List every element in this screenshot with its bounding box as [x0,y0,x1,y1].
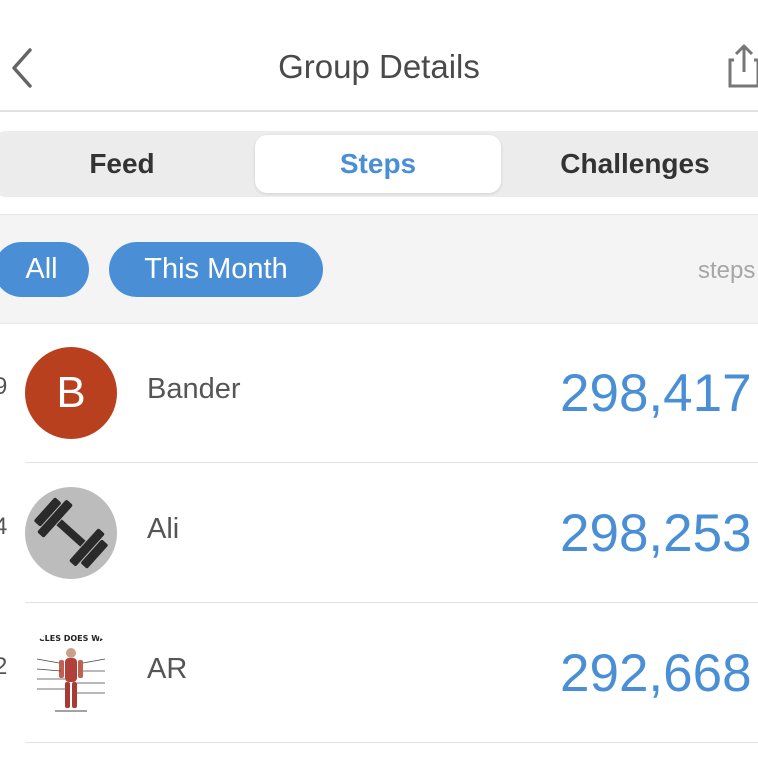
filter-this-month-button[interactable]: This Month [109,242,323,297]
rank-number: 2 [0,653,8,680]
member-name: Ali [147,513,180,545]
unit-label: steps [698,257,756,284]
step-count: 298,253 [560,504,752,563]
page-title: Group Details [278,48,480,85]
filter-all-button[interactable]: All [0,242,89,297]
dumbbell-icon [34,497,108,569]
rank-number: 9 [0,373,8,400]
leaderboard-row[interactable]: 9 B Bander 298,417 [0,323,758,463]
member-name: AR [147,653,188,685]
tab-steps[interactable]: Steps [255,135,501,193]
rank-number: 4 [0,513,8,540]
tab-challenges[interactable]: Challenges [512,131,758,197]
avatar [25,487,117,579]
share-icon[interactable] [722,42,758,90]
avatar-caption: SCLES DOES WALK [33,634,117,643]
avatar: SCLES DOES WALK [25,627,117,719]
row-divider [25,742,758,743]
tab-feed[interactable]: Feed [0,131,244,197]
segmented-control: Feed Steps Challenges [0,131,758,197]
step-count: 292,668 [560,644,752,703]
member-name: Bander [147,373,241,405]
leaderboard-row[interactable]: 4 Ali 298,253 [0,463,758,603]
step-count: 298,417 [560,364,752,423]
filter-bar: All This Month steps [0,214,758,324]
muscle-diagram-icon: SCLES DOES WALK [33,634,117,712]
navigation-bar: Group Details [0,0,758,112]
leaderboard-row[interactable]: 2 SCLES DOES WALK AR 292,668 [0,603,758,743]
avatar: B [25,347,117,439]
